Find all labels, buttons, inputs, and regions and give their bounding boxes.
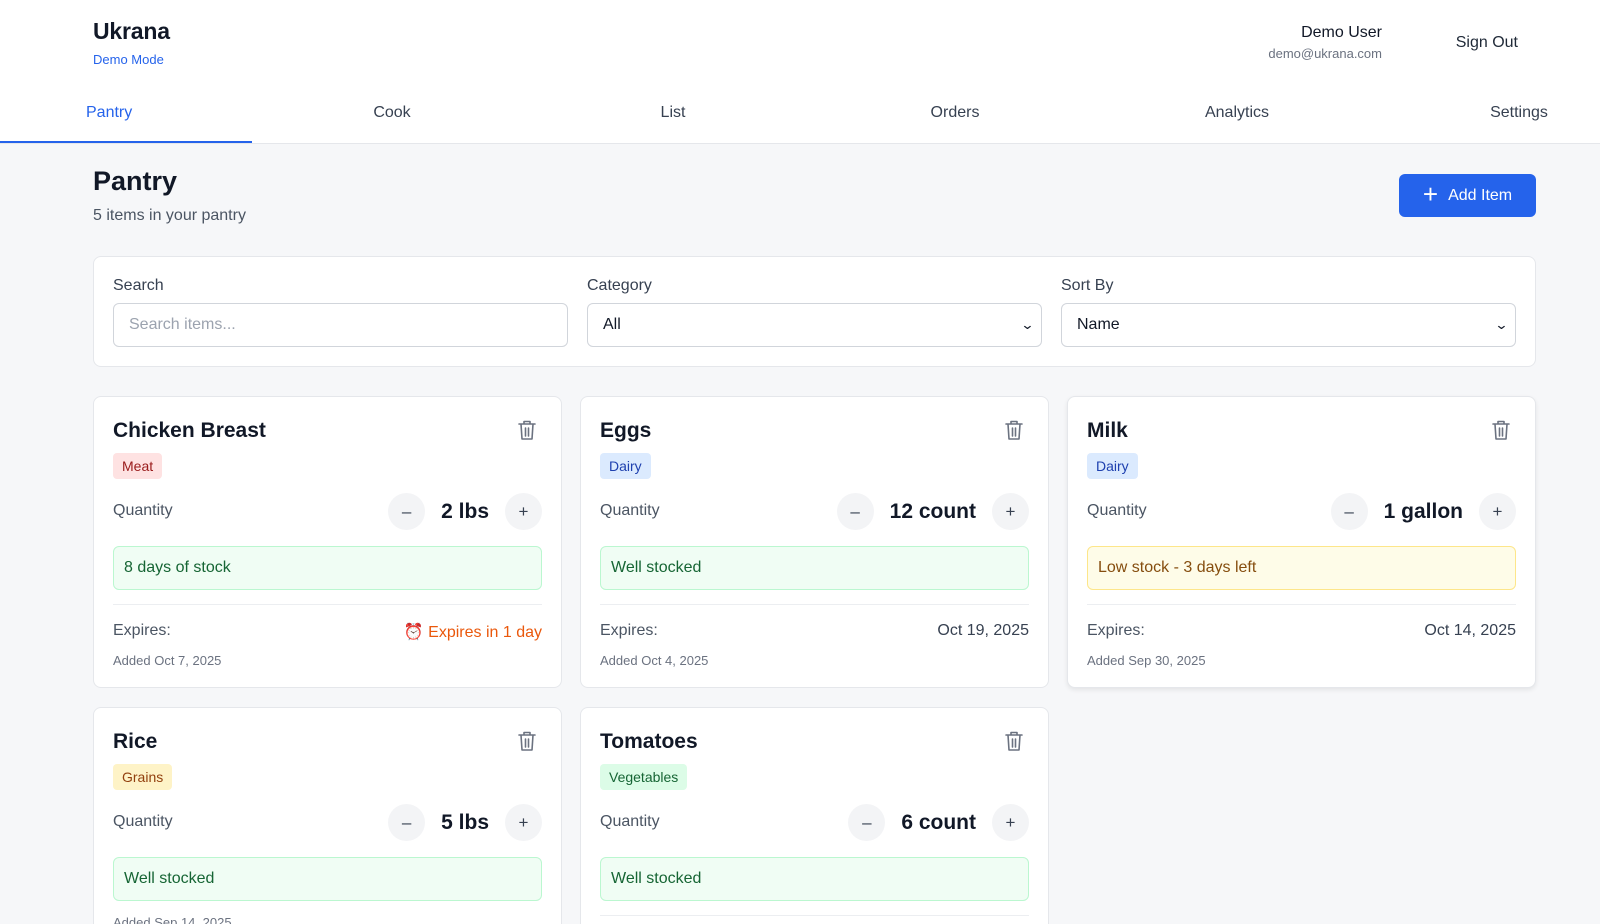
trash-icon[interactable] — [517, 419, 537, 441]
stock-status: Well stocked — [600, 546, 1029, 590]
pantry-card: Eggs Dairy Quantity – 12 count + Well st… — [580, 396, 1049, 688]
item-name: Milk — [1087, 419, 1128, 442]
decrease-button[interactable]: – — [836, 493, 874, 530]
tab-settings[interactable]: Settings — [1393, 88, 1600, 143]
demo-mode-label: Demo Mode — [93, 52, 164, 67]
trash-icon[interactable] — [1491, 419, 1511, 441]
quantity-label: Quantity — [600, 502, 660, 519]
added-date: Added Oct 4, 2025 — [600, 653, 709, 668]
divider — [600, 604, 1029, 605]
decrease-button[interactable]: – — [388, 804, 426, 841]
expires-label: Expires: — [113, 622, 171, 639]
quantity-value: 6 count — [901, 810, 976, 834]
quantity-value: 12 count — [889, 499, 976, 523]
sort-label: Sort By — [1061, 277, 1114, 294]
filter-panel: Search Search items... Category All ⌄ So… — [93, 256, 1536, 367]
quantity-label: Quantity — [113, 813, 173, 830]
trash-icon[interactable] — [1004, 730, 1024, 752]
category-value: All — [603, 316, 621, 333]
pantry-card: Tomatoes Vegetables Quantity – 6 count +… — [580, 707, 1049, 924]
expires-label: Expires: — [600, 622, 658, 639]
tab-analytics[interactable]: Analytics — [1111, 88, 1363, 143]
stock-status: Well stocked — [600, 857, 1029, 901]
category-filter: Category All ⌄ — [587, 277, 1042, 347]
increase-button[interactable]: + — [505, 493, 542, 530]
stock-status: Well stocked — [113, 857, 542, 901]
decrease-button[interactable]: – — [848, 804, 886, 841]
divider — [600, 915, 1029, 916]
trash-icon[interactable] — [517, 730, 537, 752]
sort-select[interactable]: Name ⌄ — [1061, 303, 1516, 347]
category-badge: Dairy — [600, 453, 651, 479]
expires-value: ⏰ Expires in 1 day — [403, 624, 542, 641]
main-nav-tabs: Pantry Cook List Orders Analytics Settin… — [0, 88, 1600, 144]
search-input[interactable]: Search items... — [113, 303, 568, 347]
category-badge: Vegetables — [600, 764, 688, 790]
category-label: Category — [587, 277, 652, 294]
item-name: Rice — [113, 730, 158, 753]
top-bar: Ukrana Demo Mode Demo User demo@ukrana.c… — [0, 0, 1600, 144]
divider — [1087, 604, 1516, 605]
stock-status: 8 days of stock — [113, 546, 542, 590]
expires-label: Expires: — [1087, 622, 1145, 639]
page-title: Pantry — [93, 166, 178, 196]
search-label: Search — [113, 277, 164, 294]
category-badge: Meat — [113, 453, 163, 479]
quantity-label: Quantity — [1087, 502, 1147, 519]
user-info: Demo User demo@ukrana.com — [1268, 24, 1382, 61]
increase-button[interactable]: + — [1479, 493, 1516, 530]
quantity-stepper: – 6 count + — [848, 804, 1029, 841]
quantity-stepper: – 2 lbs + — [388, 493, 542, 530]
sort-filter: Sort By Name ⌄ — [1061, 277, 1516, 347]
add-item-label: Add Item — [1448, 186, 1513, 204]
category-badge: Dairy — [1087, 453, 1138, 479]
quantity-label: Quantity — [600, 813, 660, 830]
tab-pantry[interactable]: Pantry — [0, 88, 252, 143]
decrease-button[interactable]: – — [388, 493, 426, 530]
increase-button[interactable]: + — [992, 804, 1029, 841]
added-date: Added Sep 30, 2025 — [1087, 653, 1206, 668]
increase-button[interactable]: + — [505, 804, 542, 841]
pantry-card: Milk Dairy Quantity – 1 gallon + Low sto… — [1067, 396, 1536, 688]
pantry-card: Chicken Breast Meat Quantity – 2 lbs + 8… — [93, 396, 562, 688]
category-badge: Grains — [113, 764, 173, 790]
plus-icon: + — [1422, 179, 1439, 209]
add-item-button[interactable]: + Add Item — [1399, 174, 1536, 217]
item-name: Tomatoes — [600, 730, 698, 753]
added-date: Added Oct 7, 2025 — [113, 653, 222, 668]
page-subtitle: 5 items in your pantry — [93, 207, 246, 224]
search-filter: Search Search items... — [113, 277, 568, 347]
tab-cook[interactable]: Cook — [266, 88, 518, 143]
expires-value: Oct 14, 2025 — [1424, 622, 1516, 639]
quantity-stepper: – 1 gallon + — [1330, 493, 1516, 530]
quantity-value: 5 lbs — [441, 810, 489, 834]
pantry-card: Rice Grains Quantity – 5 lbs + Well stoc… — [93, 707, 562, 924]
increase-button[interactable]: + — [992, 493, 1029, 530]
expires-value: Oct 19, 2025 — [937, 622, 1029, 639]
quantity-value: 2 lbs — [441, 499, 489, 523]
divider — [113, 604, 542, 605]
decrease-button[interactable]: – — [1330, 493, 1368, 530]
user-email: demo@ukrana.com — [1268, 46, 1382, 61]
chevron-down-icon: ⌄ — [1020, 317, 1035, 332]
category-select[interactable]: All ⌄ — [587, 303, 1042, 347]
quantity-label: Quantity — [113, 502, 173, 519]
stock-status: Low stock - 3 days left — [1087, 546, 1516, 590]
chevron-down-icon: ⌄ — [1494, 317, 1509, 332]
quantity-stepper: – 5 lbs + — [388, 804, 542, 841]
item-name: Eggs — [600, 419, 652, 442]
app-name: Ukrana — [93, 18, 170, 44]
added-date: Added Sep 14, 2025 — [113, 915, 232, 924]
trash-icon[interactable] — [1004, 419, 1024, 441]
quantity-stepper: – 12 count + — [836, 493, 1029, 530]
brand: Ukrana Demo Mode — [93, 18, 170, 67]
tab-list[interactable]: List — [547, 88, 799, 143]
quantity-value: 1 gallon — [1383, 499, 1463, 523]
tab-orders[interactable]: Orders — [829, 88, 1081, 143]
sort-value: Name — [1077, 316, 1120, 333]
item-name: Chicken Breast — [113, 419, 266, 442]
sign-out-button[interactable]: Sign Out — [1456, 34, 1518, 52]
user-name: Demo User — [1301, 24, 1382, 41]
